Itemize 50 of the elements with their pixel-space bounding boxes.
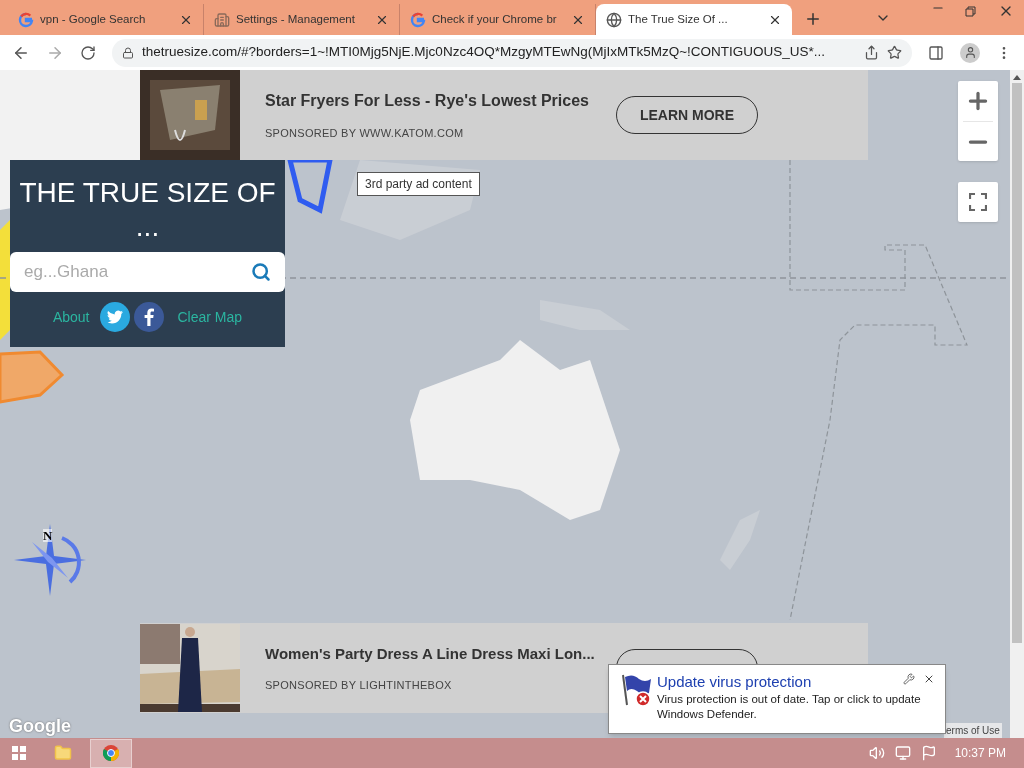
address-bar[interactable]: thetruesize.com/#?borders=1~!MTI0Mjg5NjE.Mjc0Nzc4OQ*MzgyMTEwNg(MjIxMTk5MzQ~!CONTIGUOUS_US*... (112, 38, 912, 67)
search-input[interactable]: eg...Ghana (24, 259, 251, 285)
globe-icon (606, 11, 622, 28)
clear-map-link[interactable]: Clear Map (177, 306, 243, 328)
notification-title: Update virus protection (657, 673, 812, 691)
lock-icon (122, 46, 134, 59)
close-icon[interactable] (923, 673, 935, 685)
panel-title: THE TRUE SIZE OF ... (18, 176, 277, 244)
fullscreen-icon (969, 193, 987, 211)
compass-north-label: N (43, 529, 53, 542)
scrollbar[interactable] (1010, 70, 1024, 738)
google-icon (18, 11, 34, 28)
action-center-flag-icon[interactable] (920, 745, 937, 761)
tooltip: 3rd party ad content (357, 172, 480, 196)
ad-title: Women's Party Dress A Line Dress Maxi Lon... (265, 643, 596, 664)
wrench-icon[interactable] (903, 673, 915, 685)
restore-icon[interactable] (965, 6, 976, 17)
share-icon[interactable] (864, 45, 879, 60)
about-link[interactable]: About (52, 306, 90, 328)
search-box[interactable]: eg...Ghana (10, 252, 285, 292)
twitter-icon[interactable] (99, 302, 130, 332)
windows-start-icon[interactable] (12, 746, 26, 760)
fullscreen-button[interactable] (958, 182, 998, 222)
chrome-icon (103, 745, 119, 761)
new-tab-icon[interactable] (804, 10, 822, 28)
map-attribution-logo: Google (9, 715, 71, 738)
tab-title: Settings - Management (236, 11, 356, 27)
search-icon[interactable] (251, 262, 271, 282)
ad-sponsor: SPONSORED BY WWW.KATOM.COM (265, 125, 465, 141)
notification-popup[interactable]: Update virus protection Virus protection is out of date. Tap or click to update Windows Defender. (608, 664, 946, 734)
tab-title: The True Size Of ... (628, 11, 729, 27)
side-panel-icon[interactable] (928, 44, 944, 61)
ad-banner[interactable]: Star Fryers For Less - Rye's Lowest Prices SPONSORED BY WWW.KATOM.COM LEARN MORE (140, 70, 868, 160)
tab-title: Check if your Chrome br (432, 11, 558, 27)
google-icon (410, 11, 426, 28)
url-text: thetruesize.com/#?borders=1~!MTI0Mjg5NjE.Mjc0Nzc4OQ*MzgyMTEwNg(MjIxMTk5MzQ~!CONTIGUOUS_US*... (142, 43, 827, 62)
browser-tab[interactable]: The True Size Of ... (596, 4, 792, 35)
reload-icon[interactable] (80, 44, 96, 61)
bookmark-star-icon[interactable] (887, 45, 902, 60)
tab-title: vpn - Google Search (40, 11, 147, 27)
facebook-icon[interactable] (133, 302, 164, 332)
highlighted-country[interactable] (286, 157, 334, 214)
ad-title: Star Fryers For Less - Rye's Lowest Prices (265, 90, 590, 111)
terms-of-use-link[interactable]: erms of Use (944, 723, 1002, 738)
taskbar-app-button[interactable] (90, 738, 132, 768)
profile-avatar[interactable] (960, 42, 980, 63)
network-icon[interactable] (894, 745, 911, 761)
flag-error-icon (619, 673, 653, 707)
ad-sponsor: SPONSORED BY LIGHTINTHEBOX (265, 678, 453, 693)
building-icon (214, 11, 230, 28)
